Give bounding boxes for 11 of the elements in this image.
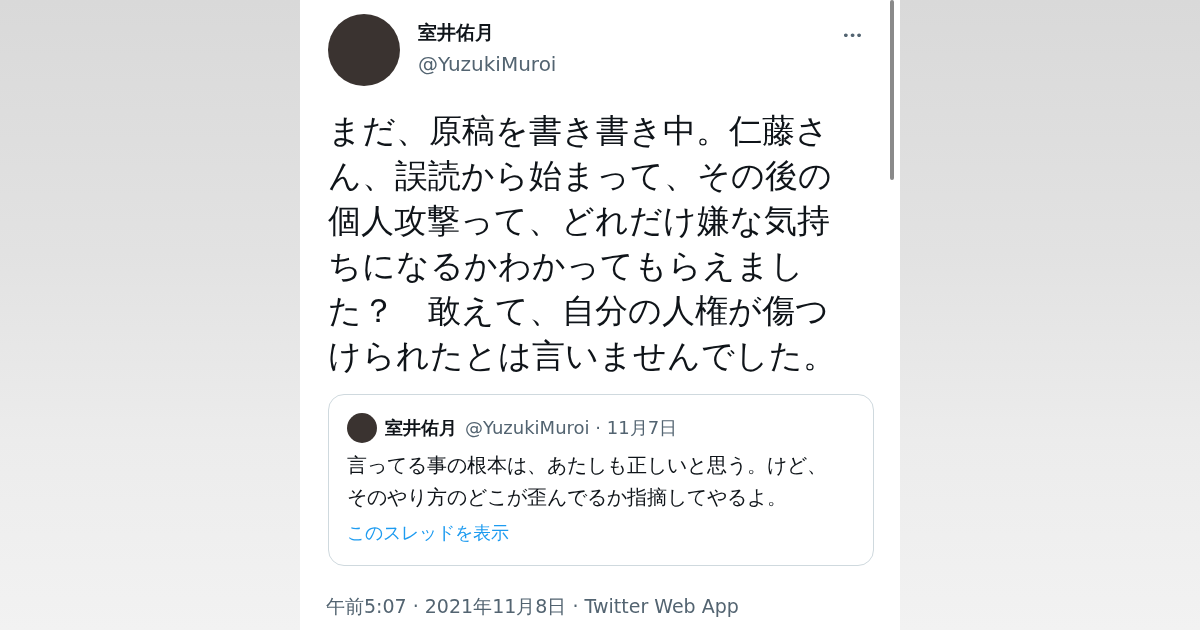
- author-handle[interactable]: @YuzukiMuroi: [418, 52, 842, 76]
- tweet-text: まだ、原稿を書き書き中。仁藤さん、誤読から始まって、その後の個人攻撃って、どれだけ嫌な気持ちになるかわかってもらえました？ 敢えて、自分の人権が傷つけられたとは言いませんでした。: [328, 110, 837, 377]
- quoted-tweet[interactable]: 室井佑月 @YuzukiMuroi · 11月7日 言ってる事の根本は、あたしも正しいと思う。けど、そのやり方のどこが歪んでるか指摘してやるよ。 このスレッドを表示: [328, 394, 874, 566]
- quoted-text: 言ってる事の根本は、あたしも正しいと思う。けど、そのやり方のどこが歪んでるか指摘してやるよ。: [347, 452, 828, 511]
- author-handle-date: @YuzukiMuroi · 11月7日: [465, 416, 678, 440]
- scrollbar[interactable]: [890, 0, 894, 180]
- tweet-timestamp: 午前5:07 · 2021年11月8日 · Twitter Web App: [326, 594, 740, 619]
- author-name[interactable]: 室井佑月: [418, 20, 842, 46]
- avatar-photo[interactable]: [347, 413, 377, 443]
- more-button[interactable]: •••: [842, 28, 862, 43]
- author-name: 室井佑月: [385, 416, 457, 440]
